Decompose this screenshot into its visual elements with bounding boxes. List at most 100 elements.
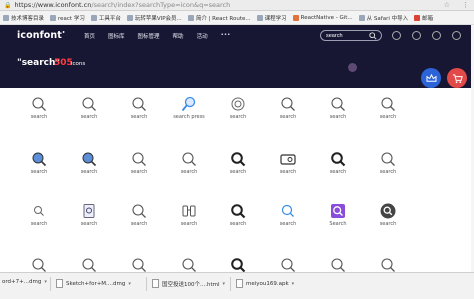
bookmark-item[interactable]: 邮箱 <box>414 14 433 22</box>
icon-card[interactable]: search <box>358 151 418 175</box>
bookmark-item[interactable]: 课程学习 <box>256 14 287 22</box>
lock-icon: 🔒 <box>4 1 12 9</box>
icon-label: search <box>379 221 397 227</box>
folder-icon <box>256 14 263 21</box>
bookmark-item[interactable]: 从 Safari 中导入 <box>358 14 408 22</box>
result-count: 505 <box>54 58 73 68</box>
search-icon <box>81 203 97 219</box>
search-icon <box>280 203 296 219</box>
chevron-down-icon[interactable]: ▾ <box>292 281 295 287</box>
folder-icon <box>90 14 97 21</box>
downloads-bar: ord+7+...dmg ▾ Sketch+for+M....dmg ▾ 国空投送1… <box>0 272 474 299</box>
nav-home[interactable]: 首页 <box>84 32 95 40</box>
search-icon <box>230 203 246 219</box>
search-icon <box>31 96 47 112</box>
search-icon <box>181 96 197 112</box>
search-icon[interactable] <box>369 32 377 40</box>
bookmark-item[interactable]: 玩转苹果VIP会员... <box>126 14 182 22</box>
search-icon <box>181 203 197 219</box>
search-icon <box>380 151 396 167</box>
icon-card[interactable]: search <box>358 203 418 227</box>
folder-icon <box>358 14 365 21</box>
upload-icon[interactable] <box>412 31 421 40</box>
url-text[interactable]: https://www.iconfont.cn/search/index?sea… <box>14 1 230 9</box>
nav-more[interactable]: ••• <box>221 32 231 40</box>
divider <box>146 277 147 291</box>
icon-label: search <box>379 169 397 175</box>
download-item[interactable]: 国空投送100个....html ▾ <box>152 279 225 288</box>
file-icon <box>152 279 159 288</box>
search-icon <box>31 257 47 273</box>
bookmark-star-icon[interactable]: ☆ <box>444 1 450 9</box>
search-icon <box>280 257 296 273</box>
page-icon <box>187 14 194 21</box>
search-icon <box>131 96 147 112</box>
search-icon <box>131 151 147 167</box>
search-icon <box>330 151 346 167</box>
cloud-icon[interactable] <box>432 31 441 40</box>
search-icon <box>31 151 47 167</box>
folder-icon <box>3 14 9 21</box>
search-icon <box>230 96 246 112</box>
icon-label: search <box>379 114 397 120</box>
search-icon <box>380 96 396 112</box>
search-icon <box>81 151 97 167</box>
cart-button[interactable] <box>447 68 467 88</box>
nav-activity[interactable]: 活动 <box>197 32 208 40</box>
divider <box>50 277 51 291</box>
search-icon <box>280 151 296 167</box>
chevron-down-icon[interactable]: ▾ <box>44 279 47 285</box>
bookmark-item[interactable]: react 学习 <box>50 14 85 22</box>
user-icon[interactable] <box>452 31 461 40</box>
search-icon <box>131 203 147 219</box>
result-unit: icons <box>71 61 86 67</box>
cart-icon <box>452 73 463 83</box>
search-icon <box>31 203 47 219</box>
bookmark-item[interactable]: 简介 | React Route... <box>187 14 251 22</box>
search-icon <box>380 257 396 273</box>
bookmark-item[interactable]: ReactNative - Git... <box>292 14 353 21</box>
crown-icon <box>426 73 436 82</box>
search-icon <box>330 257 346 273</box>
url-host: https://www.iconfont.cn <box>14 1 92 9</box>
icon-card[interactable]: search <box>358 96 418 120</box>
bookmark-item[interactable]: 工具平台 <box>90 14 121 22</box>
search-icon <box>330 203 346 219</box>
file-icon <box>56 279 63 288</box>
nav-icon-library[interactable]: 图标库 <box>108 32 125 40</box>
github-icon[interactable] <box>392 31 401 40</box>
site-logo[interactable]: iconfont• <box>17 30 65 41</box>
header-icons <box>392 31 461 40</box>
chevron-down-icon[interactable]: ▾ <box>223 281 226 287</box>
search-banner: "search" 505 icons <box>0 47 474 88</box>
search-icon <box>380 203 396 219</box>
bookmark-item[interactable]: 技术博客目录 <box>3 14 44 22</box>
bookmarks-bar: 技术博客目录 react 学习 工具平台 玩转苹果VIP会员... 简介 | R… <box>0 11 474 25</box>
search-icon <box>81 96 97 112</box>
address-bar[interactable]: 🔒 https://www.iconfont.cn/search/index?s… <box>0 0 474 11</box>
search-icon <box>131 257 147 273</box>
nav-icon-manage[interactable]: 图标管理 <box>138 32 160 40</box>
site-header: iconfont• 首页 图标库 图标管理 帮助 活动 ••• <box>0 25 474 47</box>
menu-icon[interactable]: ⋮ <box>462 1 469 9</box>
folder-icon <box>50 14 57 21</box>
divider <box>230 277 231 291</box>
crown-button[interactable] <box>421 68 441 88</box>
search-icon <box>181 257 197 273</box>
gmail-icon <box>414 14 421 21</box>
download-item[interactable]: Sketch+for+M....dmg ▾ <box>56 279 131 288</box>
search-icon <box>181 151 197 167</box>
search-icon <box>330 96 346 112</box>
apple-icon <box>126 14 133 21</box>
chevron-down-icon[interactable]: ▾ <box>128 281 131 287</box>
gitlab-icon <box>292 14 299 21</box>
search-input[interactable] <box>326 32 368 39</box>
url-path: /search/index?searchType=icon&q=search <box>91 1 231 9</box>
download-item[interactable]: ord+7+...dmg ▾ <box>2 279 47 285</box>
file-icon <box>236 279 243 288</box>
search-icon <box>230 151 246 167</box>
search-icon <box>81 257 97 273</box>
search-icon <box>280 96 296 112</box>
download-item[interactable]: meiyou169.apk ▾ <box>236 279 294 288</box>
nav-help[interactable]: 帮助 <box>173 32 184 40</box>
